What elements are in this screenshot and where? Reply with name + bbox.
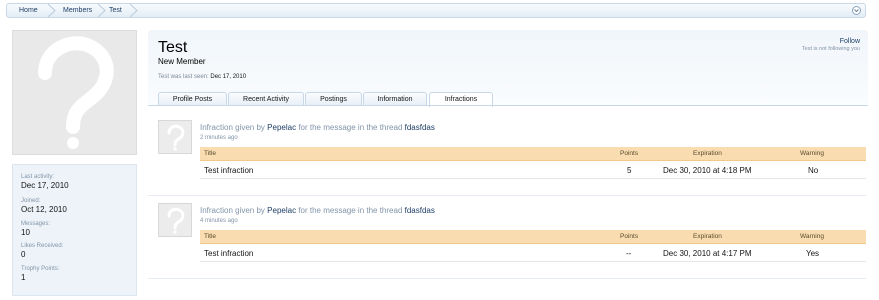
summary-middle: for the message in the thread — [298, 206, 403, 215]
column-expiration: Expiration — [693, 150, 722, 157]
infraction-expiration: Dec 30, 2010 at 4:17 PM — [663, 249, 752, 258]
infraction-time: 4 minutes ago — [200, 218, 238, 224]
column-points: Points — [620, 150, 639, 157]
column-warning: Warning — [800, 233, 824, 240]
tab-information[interactable]: Information — [363, 92, 427, 106]
stat-value: Oct 12, 2010 — [21, 205, 67, 214]
stat-value: Dec 17, 2010 — [21, 181, 69, 190]
infraction-summary: Infraction given by Pepelac for the mess… — [200, 123, 435, 132]
breadcrumb-home[interactable]: Home — [19, 4, 38, 17]
jump-menu-icon[interactable] — [852, 6, 861, 15]
stat-label: Trophy Points: — [21, 266, 60, 272]
avatar[interactable] — [12, 30, 137, 155]
table-row: Test infraction 5 Dec 30, 2010 at 4:18 P… — [200, 162, 866, 179]
table-header: Title Points Expiration Warning — [200, 230, 866, 244]
follow-link[interactable]: Follow — [840, 38, 860, 45]
tab-recent-activity[interactable]: Recent Activity — [228, 92, 304, 106]
last-seen-value: Dec 17, 2010 — [210, 74, 247, 80]
column-expiration: Expiration — [693, 233, 722, 240]
member-name: Test — [158, 39, 188, 56]
giver-link[interactable]: Pepelac — [267, 206, 296, 215]
breadcrumb-separator-icon — [129, 4, 138, 17]
summary-middle: for the message in the thread — [298, 123, 403, 132]
member-title: New Member — [158, 57, 206, 66]
infraction-warning: No — [808, 166, 819, 175]
stat-value: 1 — [21, 273, 26, 282]
breadcrumb-current[interactable]: Test — [109, 4, 122, 17]
stat-label: Messages: — [21, 221, 51, 227]
member-stats: Last activity: Dec 17, 2010 Joined: Oct … — [12, 164, 137, 296]
infraction-time: 2 minutes ago — [200, 135, 238, 141]
last-seen-label: Test was last seen: — [158, 74, 209, 80]
tab-profile-posts[interactable]: Profile Posts — [158, 92, 227, 106]
avatar-placeholder-icon — [167, 124, 185, 151]
table-header: Title Points Expiration Warning — [200, 147, 866, 161]
infraction-points: 5 — [627, 166, 632, 175]
infraction-title: Test infraction — [204, 166, 254, 175]
divider — [148, 195, 866, 196]
profile-header: Test New Member Test was last seen: Dec … — [148, 30, 868, 107]
infraction-summary: Infraction given by Pepelac for the mess… — [200, 206, 435, 215]
table-row: Test infraction -- Dec 30, 2010 at 4:17 … — [200, 245, 866, 262]
thread-link[interactable]: fdasfdas — [405, 206, 435, 215]
thread-link[interactable]: fdasfdas — [405, 123, 435, 132]
avatar-placeholder-icon — [167, 207, 185, 234]
summary-prefix: Infraction given by — [200, 123, 265, 132]
stat-label: Joined: — [21, 198, 41, 204]
infraction-expiration: Dec 30, 2010 at 4:18 PM — [663, 166, 752, 175]
tab-divider — [148, 105, 868, 106]
tab-postings[interactable]: Postings — [305, 92, 362, 106]
column-title: Title — [204, 150, 217, 157]
stat-label: Last activity: — [21, 174, 55, 180]
column-warning: Warning — [800, 150, 824, 157]
column-title: Title — [204, 233, 217, 240]
stat-label: Likes Received: — [21, 243, 64, 249]
breadcrumb-separator-icon — [47, 4, 56, 17]
stat-value: 0 — [21, 250, 26, 259]
follow-status: Test is not following you — [801, 46, 860, 52]
breadcrumb: Home Members Test — [6, 3, 866, 18]
breadcrumb-separator-icon — [97, 4, 106, 17]
divider — [148, 278, 866, 279]
giver-link[interactable]: Pepelac — [267, 123, 296, 132]
column-points: Points — [620, 233, 639, 240]
infraction-title: Test infraction — [204, 249, 254, 258]
avatar-placeholder-icon — [38, 36, 114, 149]
breadcrumb-members[interactable]: Members — [63, 4, 92, 17]
giver-avatar[interactable] — [158, 203, 192, 237]
infraction-points: -- — [626, 249, 632, 258]
summary-prefix: Infraction given by — [200, 206, 265, 215]
stat-value: 10 — [21, 228, 30, 237]
infraction-warning: Yes — [806, 249, 820, 258]
last-seen: Test was last seen: Dec 17, 2010 — [158, 74, 246, 80]
giver-avatar[interactable] — [158, 120, 192, 154]
